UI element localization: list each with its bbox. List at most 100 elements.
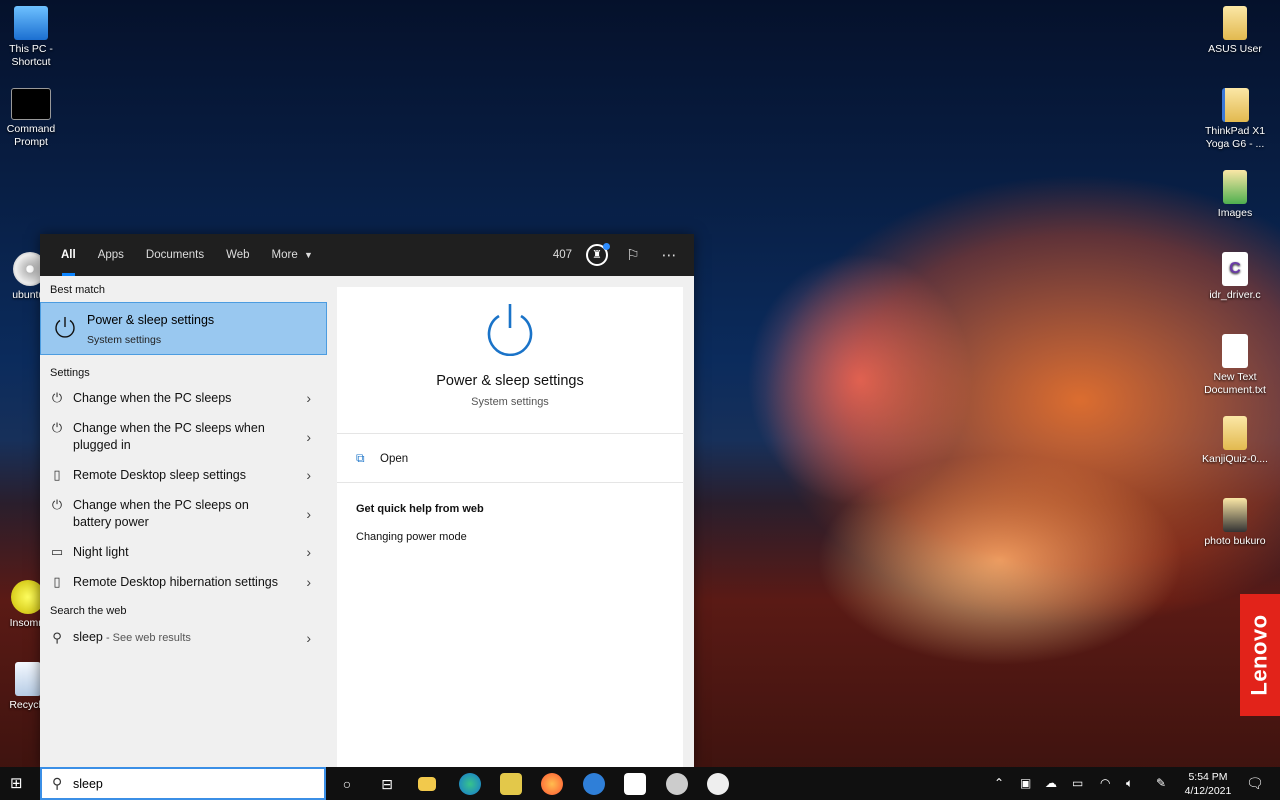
web-query: sleep [73, 629, 103, 644]
caret-down-icon: ▼ [303, 250, 313, 260]
preview-subtitle: System settings [471, 396, 549, 408]
best-match-header: Best match [50, 284, 106, 296]
meet-now-icon[interactable]: ▣ [1020, 767, 1031, 800]
folder-icon [1223, 416, 1247, 450]
desktop-icon-photo-bukuro[interactable]: photo bukuro [1197, 498, 1273, 548]
setting-item[interactable]: ▯ Remote Desktop sleep settings › [40, 460, 327, 490]
results-list: Best match Power & sleep settings System… [40, 276, 327, 767]
clock-date: 4/12/2021 [1184, 785, 1232, 797]
remote-desktop-icon: ▯ [53, 467, 61, 482]
more-options-icon[interactable]: ⋯ [658, 246, 680, 264]
desktop-icon-label: Images [1217, 207, 1253, 219]
chevron-up-icon[interactable]: ⌃ [994, 767, 1004, 800]
quick-help-link[interactable]: Changing power mode [356, 531, 467, 543]
settings-header: Settings [50, 367, 90, 379]
c-file-icon: C [1222, 252, 1248, 286]
desktop-icon-label: photo bukuro [1204, 535, 1266, 547]
edge-icon[interactable] [459, 773, 481, 795]
desktop-icon-command-prompt[interactable]: Command Prompt [0, 88, 69, 149]
search-icon: ⚲ [52, 629, 62, 645]
desktop-icon-new-text[interactable]: New Text Document.txt [1197, 334, 1273, 397]
desktop-icon-idr-driver[interactable]: C idr_driver.c [1197, 252, 1273, 302]
folder-icon [1223, 6, 1247, 40]
battery-icon[interactable]: ▭ [1072, 767, 1083, 800]
file-explorer-icon[interactable] [418, 777, 436, 791]
tab-all[interactable]: All [50, 234, 87, 276]
preview-header: Power & sleep settings System settings [337, 287, 683, 434]
open-icon: ⧉ [356, 451, 365, 465]
search-input[interactable] [73, 777, 273, 791]
folder-icon [1223, 170, 1247, 204]
clock-time: 5:54 PM [1188, 771, 1228, 783]
setting-item[interactable]: ⏻ Change when the PC sleeps when plugged… [40, 413, 327, 460]
chevron-right-icon[interactable]: › [306, 467, 311, 483]
setting-item[interactable]: ⏻ Change when the PC sleeps › [40, 383, 327, 413]
desktop-icon-label: idr_driver.c [1209, 289, 1261, 301]
notification-dot [603, 243, 610, 250]
search-filter-bar: All Apps Documents Web More ▼ 407 ♜ ⚐ ⋯ [40, 234, 694, 276]
search-icon: ⚲ [52, 775, 63, 791]
clock[interactable]: 5:54 PM 4/12/2021 [1176, 770, 1240, 798]
setting-item-label: Night light [73, 544, 129, 559]
app-icon[interactable] [500, 773, 522, 795]
taskbar-search-box[interactable]: ⚲ [40, 767, 326, 800]
monitor-icon: ▭ [50, 544, 64, 559]
quick-help: Get quick help from web Changing power m… [337, 483, 683, 563]
tab-web[interactable]: Web [215, 234, 260, 276]
setting-item[interactable]: ▭ Night light › [40, 537, 327, 567]
volume-icon[interactable]: 🔈︎ [1126, 767, 1133, 800]
firefox-icon[interactable] [541, 773, 563, 795]
desktop-icon-label: ASUS User [1208, 43, 1262, 55]
chevron-right-icon[interactable]: › [306, 574, 311, 590]
recycle-bin-icon [15, 662, 41, 696]
setting-item[interactable]: ▯ Remote Desktop hibernation settings › [40, 567, 327, 597]
desktop-icon-thinkpad[interactable]: ThinkPad X1 Yoga G6 - ... [1197, 88, 1273, 151]
rewards-trophy-icon[interactable]: ♜ [586, 243, 610, 266]
chevron-right-icon[interactable]: › [306, 630, 311, 646]
power-icon [487, 304, 533, 356]
tab-more[interactable]: More ▼ [261, 234, 324, 276]
remote-desktop-icon: ▯ [53, 574, 61, 589]
setting-item-label: Change when the PC sleeps when plugged i… [73, 420, 265, 452]
chevron-right-icon[interactable]: › [306, 390, 311, 406]
power-icon: ⏻ [51, 420, 63, 435]
task-view-icon[interactable]: ⊟ [376, 773, 398, 795]
paint-icon[interactable] [707, 773, 729, 795]
chevron-right-icon[interactable]: › [306, 429, 311, 445]
cortana-icon[interactable]: ○ [336, 773, 358, 795]
tab-more-label: More [271, 249, 298, 261]
desktop-icon-images[interactable]: Images [1197, 170, 1273, 220]
notification-center-icon[interactable]: 🗨︎ [1246, 767, 1264, 800]
mail-icon[interactable] [583, 773, 605, 795]
power-icon [55, 317, 75, 338]
desktop-icon-label: ThinkPad X1 Yoga G6 - ... [1204, 125, 1266, 150]
tab-apps[interactable]: Apps [87, 234, 135, 276]
desktop-icon-this-pc[interactable]: This PC - Shortcut [0, 6, 69, 69]
tab-documents[interactable]: Documents [135, 234, 215, 276]
store-icon[interactable] [624, 773, 646, 795]
onedrive-icon[interactable]: ☁ [1045, 767, 1057, 800]
pen-icon[interactable]: ✎ [1156, 767, 1166, 800]
desktop-icon-asus-user[interactable]: ASUS User [1197, 6, 1273, 56]
setting-item-label: Remote Desktop hibernation settings [73, 574, 278, 589]
open-action[interactable]: ⧉ Open [337, 434, 683, 483]
taskbar: ⊞ ⚲ ○ ⊟ ⌃ ▣ ☁ ▭ ◠ 🔈︎ ✎ 5:54 PM 4/12/2021… [0, 767, 1280, 800]
web-result-label: sleep - See web results [73, 629, 231, 647]
chevron-right-icon[interactable]: › [306, 506, 311, 522]
best-match-item[interactable]: Power & sleep settings System settings [40, 302, 327, 355]
app-icon[interactable] [666, 773, 688, 795]
chevron-right-icon[interactable]: › [306, 544, 311, 560]
windows-start-icon[interactable]: ⊞ [10, 775, 28, 793]
text-file-icon [1222, 334, 1248, 368]
setting-item[interactable]: ⏻ Change when the PC sleeps on battery p… [40, 490, 327, 537]
search-panel: All Apps Documents Web More ▼ 407 ♜ ⚐ ⋯ … [40, 234, 694, 767]
desktop-icon-kanjiquiz[interactable]: KanjiQuiz-0.... [1197, 416, 1273, 466]
power-icon: ⏻ [51, 390, 63, 405]
feedback-icon[interactable]: ⚐ [622, 246, 644, 264]
lenovo-logo-text: Lenovo [1247, 614, 1273, 696]
web-result-item[interactable]: ⚲ sleep - See web results › [40, 621, 327, 654]
wifi-icon[interactable]: ◠ [1100, 767, 1110, 800]
desktop-icon-label: This PC - Shortcut [9, 43, 53, 68]
quick-help-header: Get quick help from web [356, 503, 484, 515]
preview-pane: Power & sleep settings System settings ⧉… [337, 287, 683, 767]
